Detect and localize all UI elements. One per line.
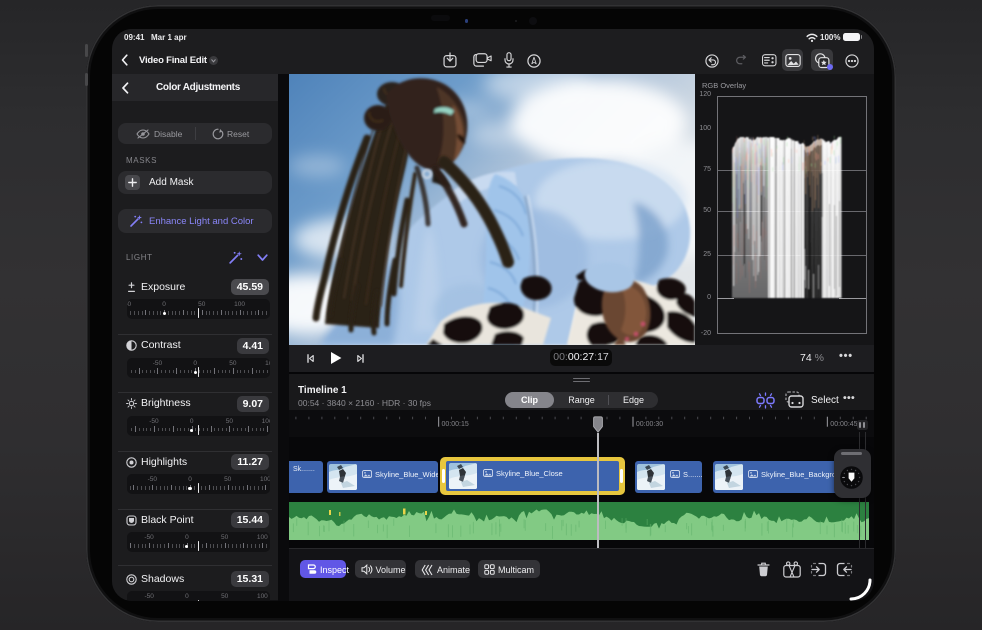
svg-text:00:00:15: 00:00:15 (442, 421, 469, 428)
svg-text:00:00:30: 00:00:30 (636, 421, 663, 428)
svg-text:00:00:45: 00:00:45 (830, 421, 857, 428)
